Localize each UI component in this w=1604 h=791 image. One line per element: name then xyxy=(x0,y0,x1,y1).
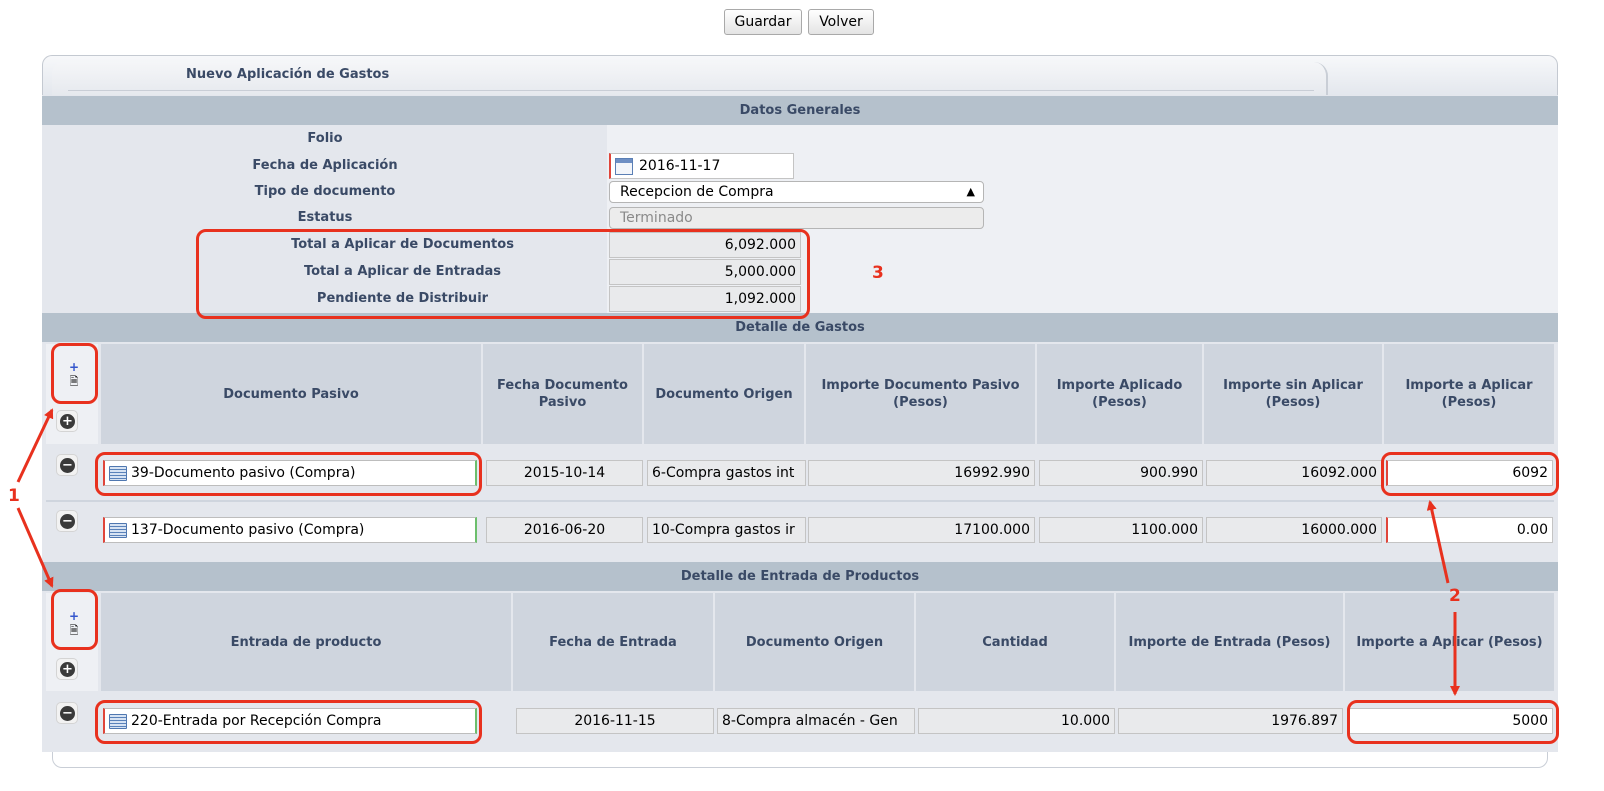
arrow-1-to-entradas-add xyxy=(16,507,54,588)
arrow-1-to-gastos-add xyxy=(16,408,54,483)
arrow-2-to-gastos-a-aplicar xyxy=(1426,500,1450,584)
annotation-arrows xyxy=(16,408,1460,696)
